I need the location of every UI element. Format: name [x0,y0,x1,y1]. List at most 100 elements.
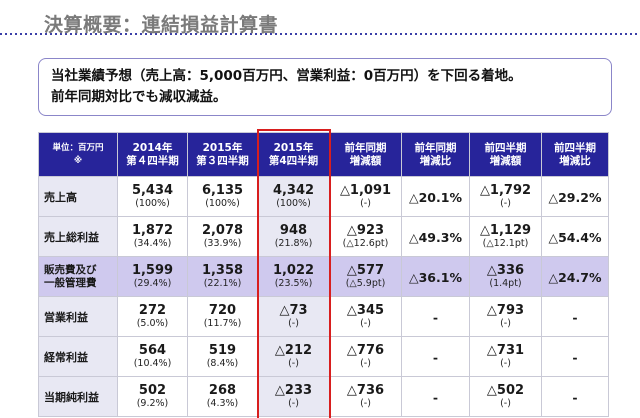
table-cell: △345 (-) [329,296,402,337]
cell-ratio: (-) [360,198,371,209]
table-cell: △776 (-) [329,336,402,377]
cell-ratio: (-) [360,358,371,369]
cell-value: 6,135 [201,183,244,198]
column-header-line: 増減比 [559,154,591,167]
cell-ratio: (1.4pt) [489,278,522,289]
cell-value: 720 [208,303,237,318]
row-label-line: 営業利益 [44,310,88,324]
row-label-line: 当期純利益 [44,390,99,404]
column-header-line: 第３四半期 [196,154,249,167]
table-cell: 948 (21.8%) [257,216,330,257]
table-row: 売上高 5,434 (100%) 6,135 (100%) 4,342 (100%) △1,0… [38,176,609,217]
cell-value: △731 [486,343,525,358]
row-label-line: 一般管理費 [44,276,97,289]
row-label: 当期純利益 [38,376,118,417]
cell-value: 519 [208,343,237,358]
cell-ratio: (100%) [135,198,170,209]
table-cell: - [541,296,609,337]
cell-value: △29.2% [548,190,602,205]
page-title: 決算概要：連結損益計算書 [44,14,279,36]
column-header-line: 前四半期 [484,141,527,154]
column-header-line: 増減額 [489,154,522,167]
table-cell: △336 (1.4pt) [469,256,542,297]
cell-ratio: (9.2%) [136,398,169,409]
column-header-line: 2015年 [202,141,243,154]
table-row: 経常利益 564 (10.4%) 519 (8.4%) △212 (-) △776 (-) - △7… [38,336,609,377]
cell-ratio: (-) [360,318,371,329]
table-cell: 2,078 (33.9%) [187,216,258,257]
cell-ratio: (△5.9pt) [345,278,386,289]
table-cell: 5,434 (100%) [117,176,188,217]
table-cell: 4,342 (100%) [257,176,330,217]
table-cell: - [401,336,470,377]
cell-ratio: (-) [288,318,299,329]
column-header: 前四半期 増減額 [469,132,542,177]
table-cell: △29.2% [541,176,609,217]
cell-ratio: (34.4%) [133,238,172,249]
table-cell: △36.1% [401,256,470,297]
table-row: 営業利益 272 (5.0%) 720 (11.7%) △73 (-) △345 (-) - △79… [38,296,609,337]
table-cell: △923 (△12.6pt) [329,216,402,257]
table-cell: △233 (-) [257,376,330,417]
cell-value: - [432,310,439,325]
cell-value: △923 [346,223,385,238]
table-cell: 564 (10.4%) [117,336,188,377]
table-row: 販売費及び 一般管理費 1,599 (29.4%) 1,358 (22.1%) 1,022(… [38,256,609,297]
cell-ratio: (100%) [205,198,240,209]
table-cell: 1,022 (23.5%) [257,256,330,297]
cell-value: - [572,350,578,365]
cell-value: 2,078 [201,223,244,238]
cell-ratio: (-) [288,358,299,369]
table-cell: 1,358 (22.1%) [187,256,258,297]
table-cell: 1,872 (34.4%) [117,216,188,257]
cell-value: 564 [138,343,167,358]
table-cell: △731 (-) [469,336,542,377]
summary-box: 当社業績予想（売上高：5,000百万円、営業利益：0百万円）を下回る着地。 前年… [38,58,612,116]
cell-ratio: (-) [360,398,371,409]
cell-ratio: (11.7%) [203,318,242,329]
row-label: 売上高 [38,176,118,217]
column-header-line: 第４四半期 [126,154,179,167]
table-cell: - [541,336,609,377]
cell-ratio: (22.1%) [203,278,242,289]
row-label: 販売費及び 一般管理費 [38,256,118,297]
cell-ratio: (-) [500,318,511,329]
cell-value: △1,129 [479,223,532,238]
column-header-line: 前年同期 [414,141,457,154]
cell-value: △502 [486,383,525,398]
header-unit-cell: 単位：百万円 ※ [38,132,118,177]
cell-value: 1,599 [131,263,174,278]
header-unit-line: ※ [73,155,83,166]
cell-ratio: (-) [500,198,511,209]
table-cell: - [541,376,609,417]
table-row: 当期純利益 502 (9.2%) 268 (4.3%) △233 (-) △736 (-) - △5… [38,376,609,417]
cell-value: - [572,390,578,405]
table-cell: △24.7% [541,256,609,297]
table-cell: △49.3% [401,216,470,257]
cell-ratio: (21.8%) [274,238,313,249]
table-cell: 720 (11.7%) [187,296,258,337]
column-header-line: 増減額 [349,154,382,167]
summary-line-1: 当社業績予想（売上高：5,000百万円、営業利益：0百万円）を下回る着地。 [51,68,522,84]
cell-value: - [572,310,578,325]
table-cell: △1,091 (-) [329,176,402,217]
cell-ratio: (-) [500,398,511,409]
column-header-line: 前四半期 [554,141,596,154]
column-header: 2014年 第４四半期 [117,132,188,177]
table-cell: △502 (-) [469,376,542,417]
column-header-line: 前年同期 [344,141,387,154]
cell-ratio: (8.4%) [206,358,239,369]
column-header-line: 第4四半期 [268,154,319,167]
column-header-line: 2015年 [273,141,314,154]
cell-ratio: (23.5%) [274,278,313,289]
row-label-line: 売上高 [44,190,77,204]
table-cell: 519 (8.4%) [187,336,258,377]
cell-ratio: (-) [288,398,299,409]
title-bar: 決算概要：連結損益計算書 [0,0,640,44]
cell-ratio: (29.4%) [133,278,172,289]
column-header-line: 増減比 [419,154,452,167]
cell-value: △233 [274,383,313,398]
cell-ratio: (4.3%) [206,398,239,409]
table-cell: 268 (4.3%) [187,376,258,417]
row-label-line: 経常利益 [44,350,88,364]
